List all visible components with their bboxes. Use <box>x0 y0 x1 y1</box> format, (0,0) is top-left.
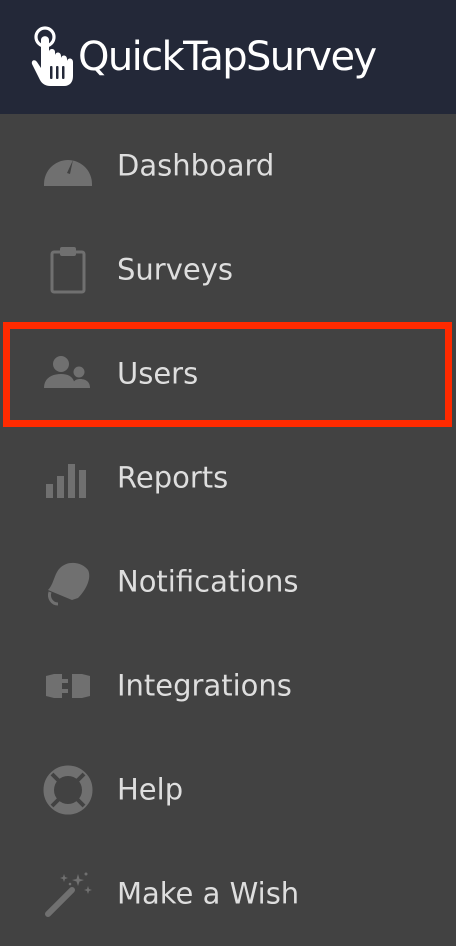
sidebar-item-make-a-wish[interactable]: Make a Wish <box>0 842 456 946</box>
bell-icon <box>42 556 94 608</box>
sidebar-item-label: Integrations <box>117 668 292 703</box>
sidebar-item-users[interactable]: Users <box>0 322 456 426</box>
sidebar-item-help[interactable]: Help <box>0 738 456 842</box>
users-icon <box>42 348 94 400</box>
sidebar-item-label: Reports <box>117 460 229 495</box>
sidebar-item-label: Dashboard <box>117 148 275 183</box>
sidebar-item-dashboard[interactable]: Dashboard <box>0 114 456 218</box>
app-logo-text: QuickTapSurvey <box>78 34 377 80</box>
sidebar-item-label: Surveys <box>117 252 233 287</box>
sidebar-nav: Dashboard Surveys Users Reports Notifica… <box>0 114 456 946</box>
sidebar-item-notifications[interactable]: Notifications <box>0 530 456 634</box>
sidebar-item-integrations[interactable]: Integrations <box>0 634 456 738</box>
tap-hand-icon <box>31 26 74 86</box>
plug-icon <box>42 660 94 712</box>
magic-wand-icon <box>42 868 94 920</box>
sidebar-item-label: Help <box>117 772 184 807</box>
sidebar-item-label: Users <box>117 356 199 391</box>
lifebuoy-icon <box>42 764 94 816</box>
sidebar-item-surveys[interactable]: Surveys <box>0 218 456 322</box>
bar-chart-icon <box>42 452 94 504</box>
speedometer-icon <box>42 140 94 192</box>
sidebar-item-label: Notifications <box>117 564 299 599</box>
app-header: QuickTapSurvey <box>0 0 456 114</box>
clipboard-icon <box>42 244 94 296</box>
sidebar-item-label: Make a Wish <box>117 876 300 911</box>
sidebar-item-reports[interactable]: Reports <box>0 426 456 530</box>
